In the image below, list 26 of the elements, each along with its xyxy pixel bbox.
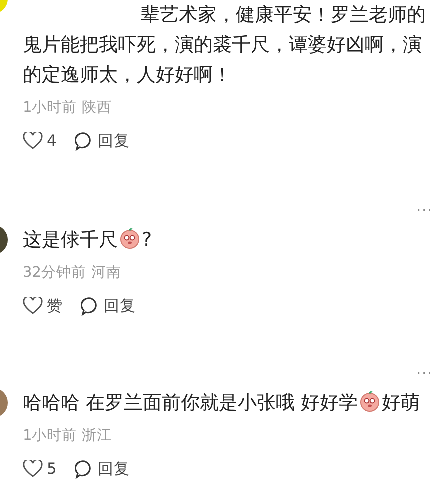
comment-time: 1小时前: [23, 428, 78, 444]
like-button[interactable]: 赞: [23, 294, 63, 318]
more-button[interactable]: ···: [416, 366, 433, 382]
like-button[interactable]: 5: [23, 458, 57, 481]
comment-text: 这是俅千尺 ?: [23, 226, 154, 253]
more-button[interactable]: ···: [416, 203, 433, 219]
comment-location: 浙江: [82, 428, 112, 444]
comment-location: 陕西: [82, 100, 112, 116]
emoji-icon: [119, 227, 141, 249]
emoji-icon: [359, 390, 382, 412]
comment-text: 鬼片能把我吓死，演的裘千尺，谭婆好凶啊，演的定逸师太，人好好啊！: [23, 33, 423, 88]
reply-button[interactable]: 回复: [74, 458, 130, 481]
comment-text: 哈哈哈 在罗兰面前你就是小张哦 好好学 好萌: [23, 389, 422, 416]
comment-text: 辈艺术家，健康平安！罗兰老师的: [140, 3, 427, 28]
comment-time: 32分钟前: [23, 265, 86, 281]
like-icon: [23, 297, 43, 316]
comment-icon: [81, 296, 100, 316]
like-icon: [23, 132, 43, 150]
comment-time: 1小时前: [23, 100, 78, 116]
reply-button[interactable]: 回复: [81, 294, 136, 318]
comment-icon: [74, 132, 94, 151]
like-icon: [23, 460, 43, 478]
like-button[interactable]: 4: [23, 130, 57, 153]
comment-icon: [74, 460, 94, 479]
reply-button[interactable]: 回复: [74, 130, 130, 153]
comment-location: 河南: [91, 265, 122, 281]
